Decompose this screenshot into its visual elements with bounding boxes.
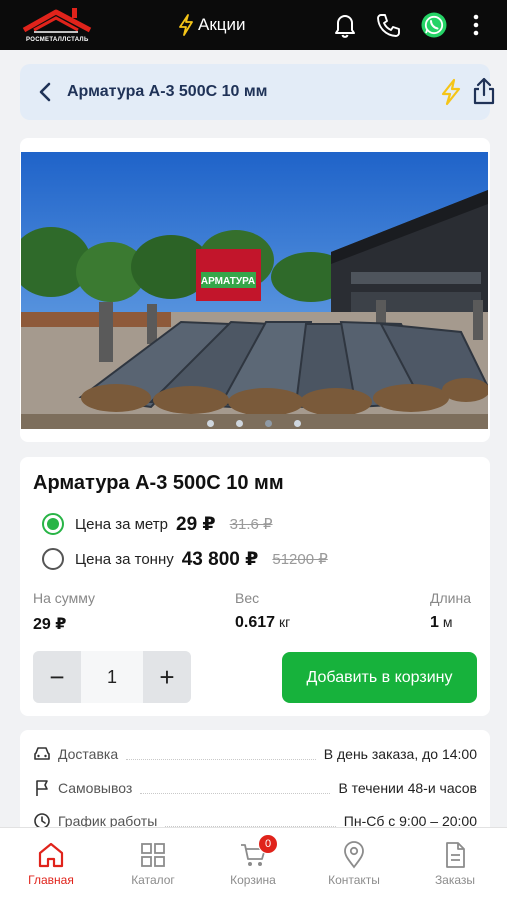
home-icon (36, 840, 66, 870)
nav-label: Главная (28, 873, 74, 887)
stat-unit: кг (279, 614, 291, 630)
increase-button[interactable]: + (143, 651, 191, 703)
promo-link[interactable]: Акции (178, 13, 246, 37)
price-label: Цена за тонну (75, 550, 174, 568)
price-option-ton[interactable]: Цена за тонну 43 800 ₽ 51200 ₽ (42, 545, 328, 573)
nav-item-cart[interactable]: 0 Корзина (208, 834, 298, 887)
add-to-cart-button[interactable]: Добавить в корзину (282, 652, 477, 703)
bottom-navigation: Главная Каталог 0 Корзина Контакты Заказ… (0, 827, 507, 900)
stat-label-weight: Вес (235, 590, 260, 606)
dotted-leader (165, 815, 336, 827)
nav-label: Каталог (131, 873, 175, 887)
more-menu-icon[interactable] (462, 11, 490, 39)
gallery-dot[interactable] (206, 420, 214, 427)
nav-label: Контакты (328, 873, 380, 887)
stat-value-weight: 0.617 кг (235, 614, 290, 632)
nav-label: Корзина (230, 873, 276, 887)
stat-number: 1 (430, 614, 439, 631)
decrease-button[interactable]: − (33, 651, 81, 703)
radio-selected[interactable] (42, 513, 64, 535)
car-icon (33, 745, 51, 763)
nav-label: Заказы (434, 873, 476, 887)
price-label: Цена за метр (75, 515, 168, 533)
whatsapp-icon[interactable] (420, 11, 448, 39)
share-icon[interactable] (470, 76, 498, 106)
brand-name: РОСМЕТАЛЛСТАЛЬ (26, 37, 89, 43)
stat-value-length: 1м (430, 614, 453, 632)
cart-icon: 0 (238, 834, 278, 870)
page-title: Арматура А-3 500С 10 мм (67, 83, 268, 100)
price-option-meter[interactable]: Цена за метр 29 ₽ 31.6 ₽ (42, 510, 273, 538)
price-old: 51200 ₽ (272, 551, 328, 568)
nav-item-home[interactable]: Главная (6, 840, 96, 887)
delivery-value: В день заказа, до 14:00 (323, 746, 477, 762)
delivery-label: Доставка (58, 746, 119, 762)
stat-value-total: 29 ₽ (33, 614, 66, 634)
gallery-dots (0, 420, 507, 427)
lightning-icon[interactable] (438, 78, 464, 106)
stat-number: 29 ₽ (33, 616, 67, 633)
pickup-row: Самовывоз В течении 48-и часов (33, 776, 477, 800)
quantity-stepper: − 1 + (33, 651, 191, 703)
delivery-row: Доставка В день заказа, до 14:00 (33, 742, 477, 766)
price-old: 31.6 ₽ (229, 516, 273, 533)
price-value: 29 ₽ (176, 513, 216, 535)
stat-label-total: На сумму (33, 590, 96, 606)
phone-icon[interactable] (374, 11, 402, 39)
product-photo[interactable]: АРМАТУРА (21, 152, 488, 429)
top-bar: РОСМЕТАЛЛСТАЛЬ Акции (0, 0, 507, 50)
bell-icon[interactable] (331, 11, 359, 39)
dotted-leader (126, 748, 316, 760)
nav-item-orders[interactable]: Заказы (410, 840, 500, 887)
radio-unselected[interactable] (42, 548, 64, 570)
gallery-dot-active[interactable] (264, 420, 272, 427)
logo-roof-icon (22, 8, 92, 33)
price-value: 43 800 ₽ (181, 548, 259, 570)
promo-label: Акции (198, 15, 246, 34)
back-arrow-icon[interactable] (34, 80, 58, 104)
stat-label-length: Длина (430, 590, 471, 606)
product-header: Арматура А-3 500С 10 мм (20, 64, 495, 120)
photo-sign-text: АРМАТУРА (201, 276, 255, 287)
stat-number: 0.617 (235, 614, 276, 631)
pickup-value: В течении 48-и часов (338, 780, 477, 796)
product-title: Арматура А-3 500С 10 мм (33, 472, 284, 494)
lightning-icon (179, 14, 193, 36)
orders-icon (440, 840, 470, 870)
stat-unit: м (442, 614, 453, 630)
dotted-leader (140, 782, 331, 794)
gallery-dot[interactable] (293, 420, 301, 427)
catalog-icon (138, 840, 168, 870)
rebar-bundles-image: АРМАТУРА (21, 152, 488, 429)
pickup-label: Самовывоз (58, 780, 133, 796)
location-icon (339, 840, 369, 870)
flag-icon (33, 779, 51, 797)
brand-logo[interactable]: РОСМЕТАЛЛСТАЛЬ (20, 6, 98, 44)
quantity-input[interactable]: 1 (81, 651, 143, 703)
nav-item-catalog[interactable]: Каталог (108, 840, 198, 887)
nav-item-contacts[interactable]: Контакты (309, 840, 399, 887)
cart-badge: 0 (258, 834, 278, 854)
gallery-dot[interactable] (235, 420, 243, 427)
